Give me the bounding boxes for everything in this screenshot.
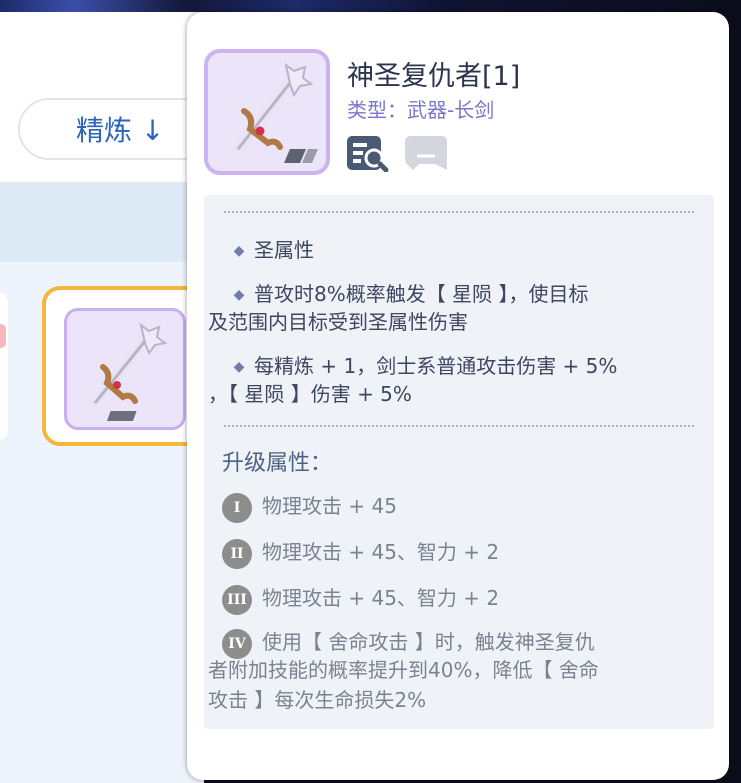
effect-line-cont: 及范围内目标受到圣属性伤害: [208, 310, 468, 334]
upgrade-line: I 物理攻击 + 45: [222, 491, 702, 523]
sword-thumbnail: [64, 308, 186, 430]
level-badge-icon: III: [222, 584, 252, 615]
level-badge-icon: IV: [222, 628, 252, 659]
slot-badge: [0, 324, 6, 348]
item-type: 类型：武器-长剑: [347, 98, 495, 122]
upgrade-line: IV 使用【 舍命攻击 】时，触发神圣复仇: [222, 627, 702, 659]
item-tooltip: 神圣复仇者[1] 类型：武器-长剑 ◆ 圣属性 ◆ 普攻时8%概率触发【 星陨 】，…: [187, 12, 729, 780]
divider: [224, 425, 694, 427]
level-badge-icon: I: [222, 492, 252, 523]
divider: [224, 211, 694, 213]
level-badge-icon: II: [222, 538, 252, 569]
refine-sort-label: 精炼 ↓: [76, 114, 165, 147]
chat-bubble-icon[interactable]: [403, 134, 449, 172]
item-icon-frame: [204, 49, 330, 175]
rarity-corner-icon: [284, 149, 318, 163]
effect-line: ◆ 普攻时8%概率触发【 星陨 】，使目标: [224, 279, 704, 310]
effect-line: ◆ 每精炼 + 1，剑士系普通攻击伤害 + 5%: [224, 351, 704, 382]
upgrade-line-cont: 者附加技能的概率提升到40%，降低【 舍命: [208, 658, 599, 682]
item-name: 神圣复仇者[1]: [347, 61, 521, 92]
effect-line: ◆ 圣属性: [224, 235, 704, 266]
screen-edge: [729, 0, 741, 783]
upgrade-line: III 物理攻击 + 45、智力 + 2: [222, 583, 702, 615]
panel-tab-band: [0, 182, 204, 262]
diamond-bullet-icon: ◆: [233, 243, 245, 259]
sword-icon: [90, 322, 168, 421]
top-banner: [0, 0, 741, 12]
upgrade-line-cont: 攻击 】每次生命损失2%: [208, 688, 427, 712]
magnify-document-icon[interactable]: [345, 134, 389, 172]
upgrade-title: 升级属性：: [222, 451, 333, 476]
effect-line-cont: ，【 星陨 】伤害 + 5%: [208, 382, 412, 406]
upgrade-line: II 物理攻击 + 45、智力 + 2: [222, 537, 702, 569]
diamond-bullet-icon: ◆: [233, 359, 245, 375]
description-box: ◆ 圣属性 ◆ 普攻时8%概率触发【 星陨 】，使目标 及范围内目标受到圣属性伤害 …: [204, 195, 714, 729]
diamond-bullet-icon: ◆: [233, 287, 245, 303]
inventory-slot-partial[interactable]: [0, 292, 8, 440]
